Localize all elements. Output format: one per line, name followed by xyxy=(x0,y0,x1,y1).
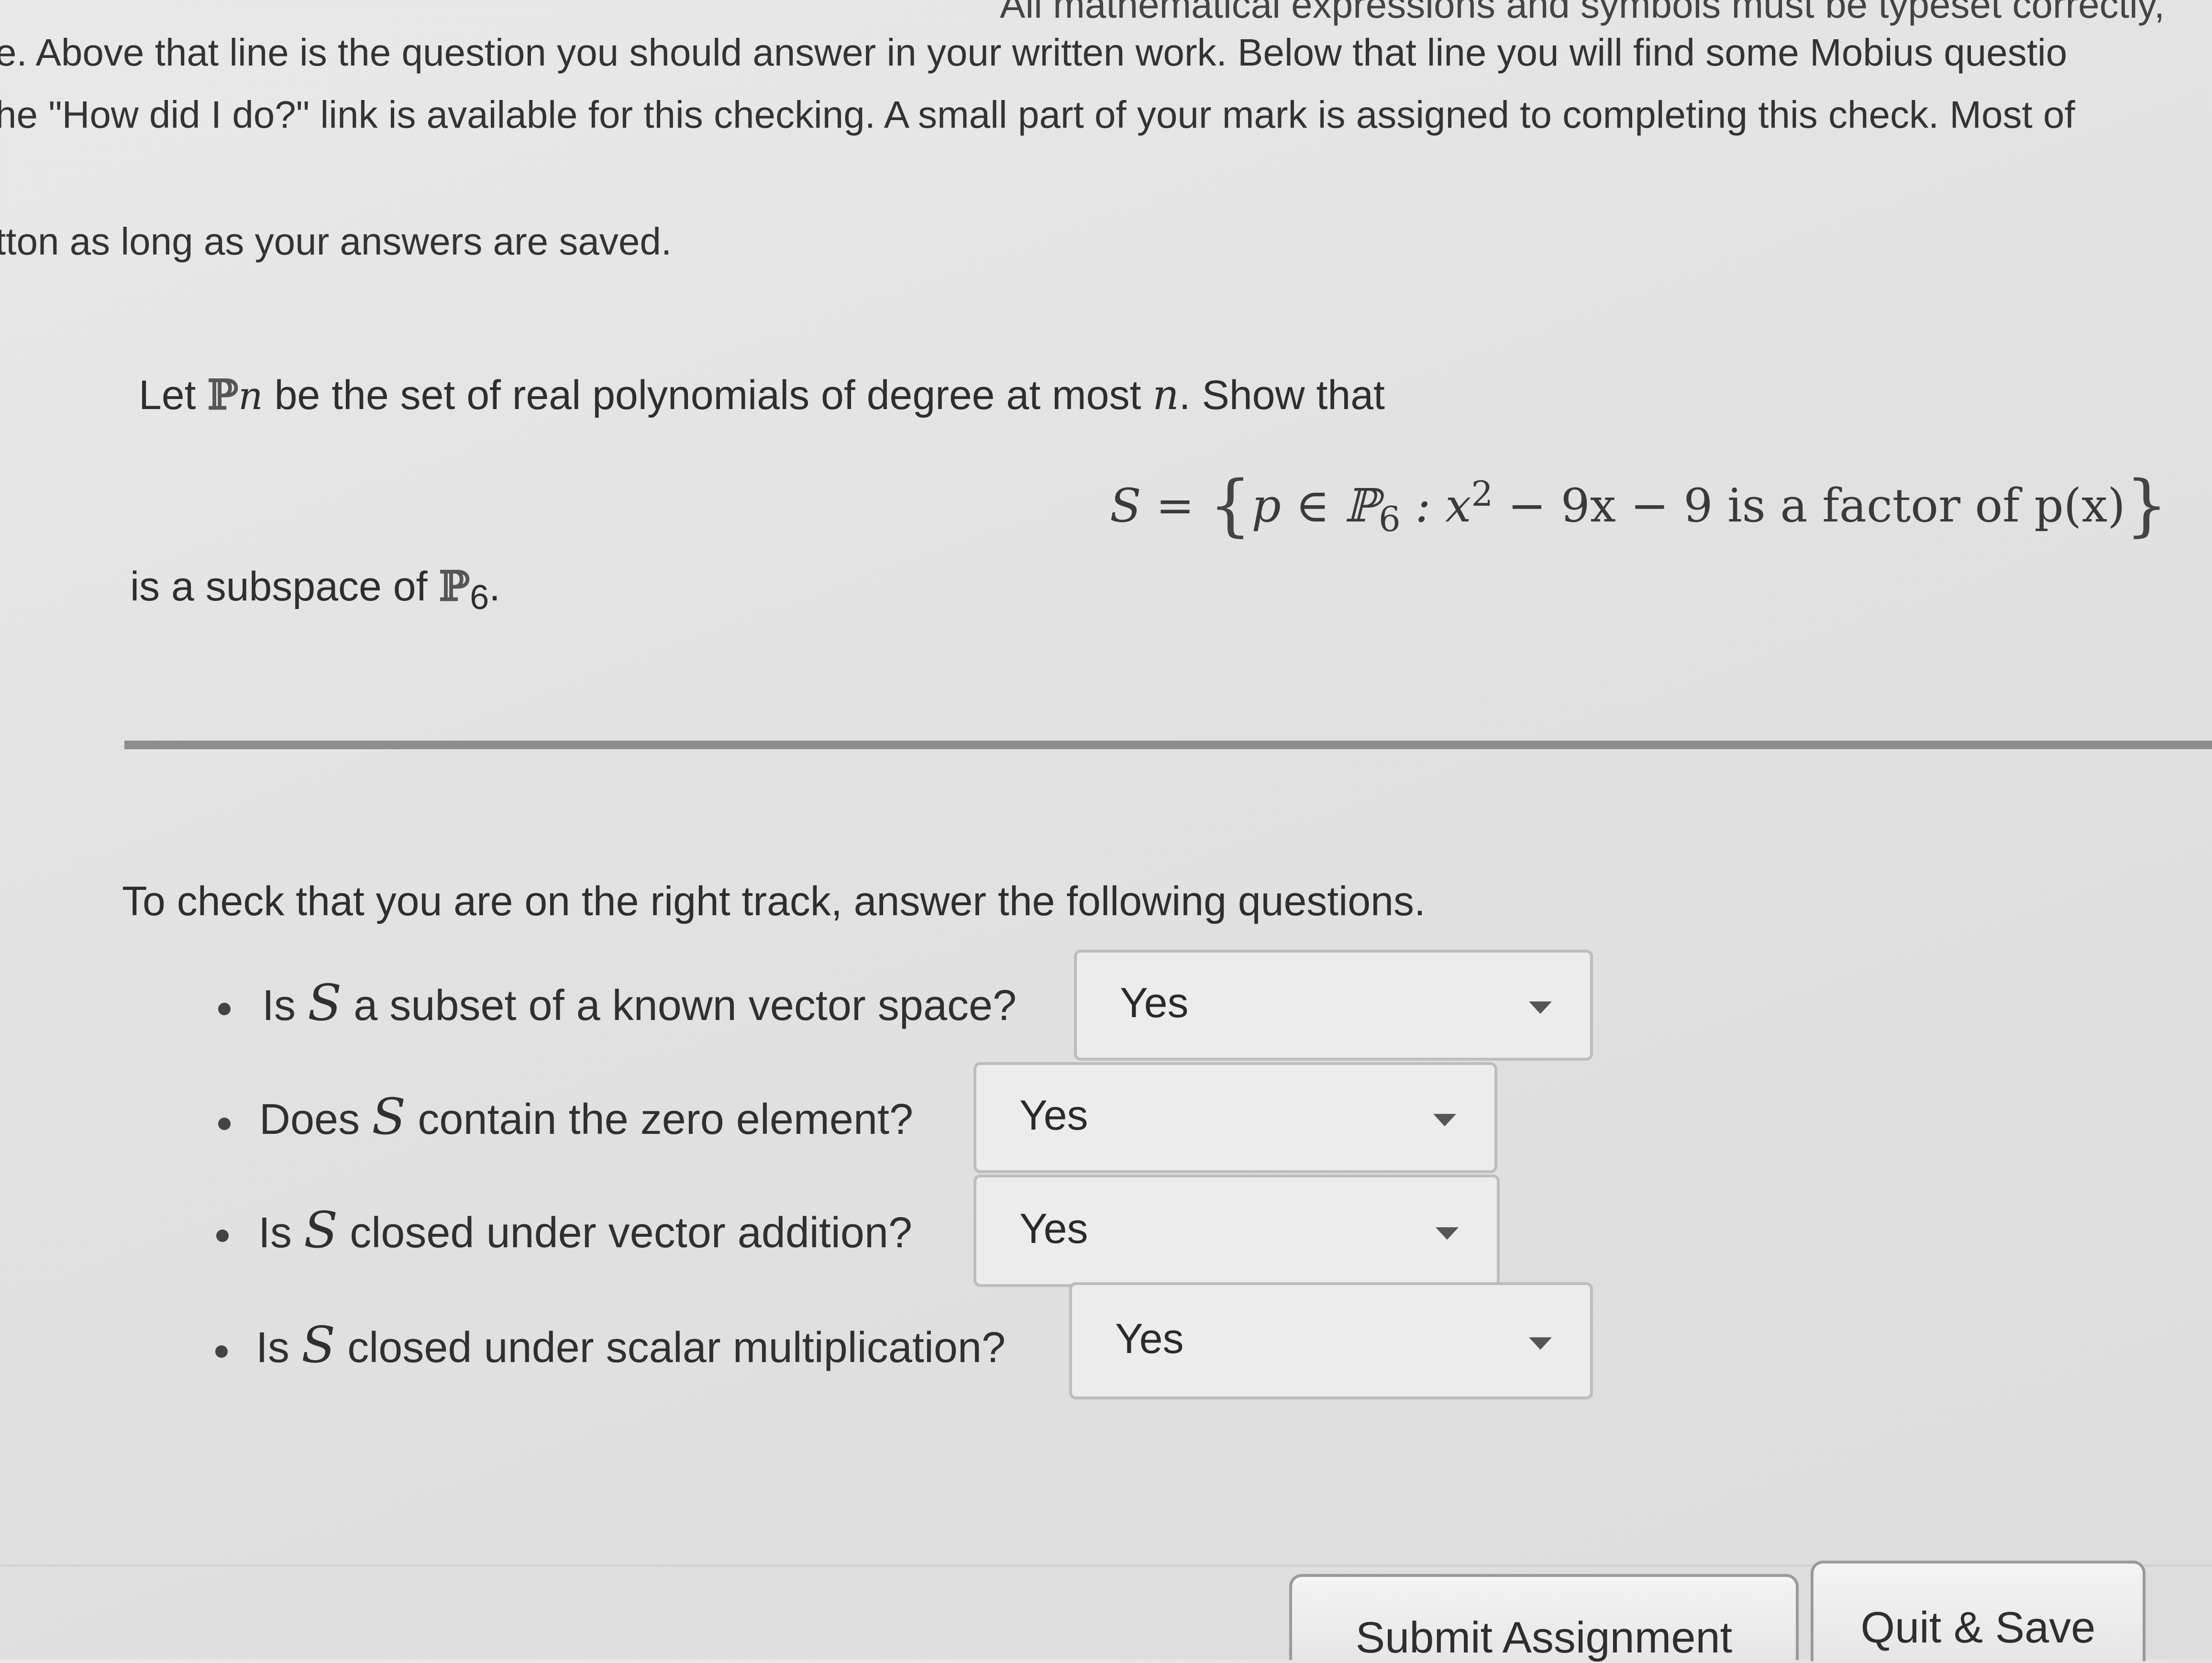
formula-lhs: S = xyxy=(1110,479,1194,532)
bullet-1 xyxy=(218,1003,231,1015)
answer-dropdown-4[interactable]: Yes xyxy=(1069,1282,1593,1399)
q1-pre: Is xyxy=(262,982,296,1030)
n-subscript: n xyxy=(238,374,263,418)
q1-var: S xyxy=(308,974,342,1032)
check-question-1: Is S a subset of a known vector space? xyxy=(262,974,1017,1032)
check-question-3: Is S closed under vector addition? xyxy=(258,1201,912,1259)
polynomial-space-symbol-2: ℙ xyxy=(439,562,470,610)
answer-3-value: Yes xyxy=(1019,1204,1088,1252)
q3-post: closed under vector addition? xyxy=(350,1209,913,1257)
formula-body: p ∈ ℙ xyxy=(1251,479,1379,532)
chevron-down-icon xyxy=(1529,1001,1552,1014)
section-divider xyxy=(124,741,2212,749)
formula-subscript: 6 xyxy=(1379,499,1401,540)
q3-pre: Is xyxy=(258,1209,292,1257)
submit-button-label: Submit Assignment xyxy=(1355,1613,1733,1662)
check-intro-text: To check that you are on the right track… xyxy=(122,878,1426,924)
show-that-text: . Show that xyxy=(1179,372,1385,418)
formula-rest: : x xyxy=(1400,479,1471,532)
q4-pre: Is xyxy=(256,1324,290,1372)
n-variable: n xyxy=(1152,371,1179,419)
chevron-down-icon xyxy=(1433,1114,1456,1127)
close-brace: } xyxy=(2125,466,2168,544)
chevron-down-icon xyxy=(1529,1337,1552,1350)
submit-assignment-button[interactable]: Submit Assignment xyxy=(1289,1574,1799,1662)
q4-post: closed under scalar multiplication? xyxy=(347,1324,1006,1372)
question-statement-line-1: Let ℙn be the set of real polynomials of… xyxy=(139,371,1385,419)
answer-4-value: Yes xyxy=(1115,1314,1184,1362)
formula-tail: − 9x − 9 is a factor of p(x) xyxy=(1493,479,2125,532)
question-line1-text: be the set of real polynomials of degree… xyxy=(274,372,1141,418)
answer-dropdown-2[interactable]: Yes xyxy=(973,1062,1497,1173)
open-brace: { xyxy=(1209,466,1252,544)
p6-subscript: 6 xyxy=(470,578,489,617)
instructions-line-3: he "How did I do?" link is available for… xyxy=(0,93,2075,136)
bullet-2 xyxy=(218,1118,231,1130)
check-question-2: Does S contain the zero element? xyxy=(259,1087,913,1146)
polynomial-space-symbol: ℙ xyxy=(207,371,239,419)
question-statement-line-2: is a subspace of ℙ6. xyxy=(130,562,500,617)
instructions-line-4: tton as long as your answers are saved. xyxy=(0,220,672,263)
q1-post: a subset of a known vector space? xyxy=(354,982,1017,1030)
q4-var: S xyxy=(301,1316,336,1374)
instructions-line-1: All mathematical expressions and symbols… xyxy=(1000,0,2165,26)
q2-var: S xyxy=(372,1087,406,1146)
bullet-3 xyxy=(216,1230,229,1242)
answer-1-value: Yes xyxy=(1120,978,1189,1026)
q2-post: contain the zero element? xyxy=(418,1096,914,1143)
formula-superscript: 2 xyxy=(1471,474,1493,514)
check-question-4: Is S closed under scalar multiplication? xyxy=(256,1316,1006,1374)
line2-period: . xyxy=(489,564,501,610)
bullet-4 xyxy=(215,1345,228,1358)
chevron-down-icon xyxy=(1436,1227,1459,1240)
answer-2-value: Yes xyxy=(1019,1091,1088,1139)
quit-save-button[interactable]: Quit & Save xyxy=(1811,1561,2146,1661)
q3-var: S xyxy=(304,1201,338,1259)
set-definition-formula: S = {p ∈ ℙ6 : x2 − 9x − 9 is a factor of… xyxy=(1110,466,2168,544)
answer-dropdown-3[interactable]: Yes xyxy=(973,1175,1500,1287)
instructions-line-2: e. Above that line is the question you s… xyxy=(0,31,2068,74)
subspace-text: is a subspace of xyxy=(130,564,428,610)
answer-dropdown-1[interactable]: Yes xyxy=(1074,950,1593,1061)
q2-pre: Does xyxy=(259,1096,360,1143)
quit-button-label: Quit & Save xyxy=(1860,1603,2096,1652)
question-let: Let xyxy=(139,372,196,418)
